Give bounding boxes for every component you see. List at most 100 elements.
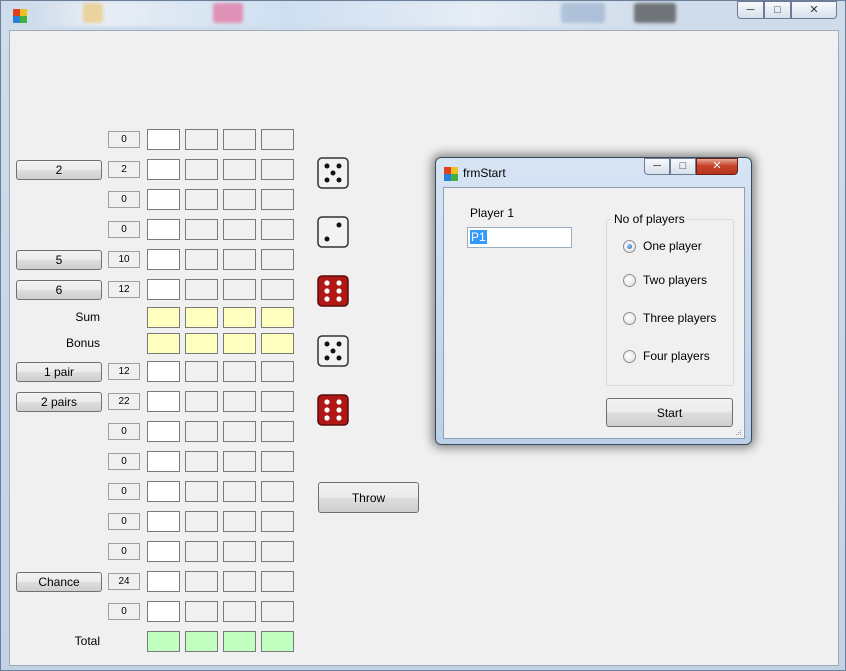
score-cell bbox=[147, 481, 180, 502]
app-icon bbox=[444, 167, 458, 181]
players-option[interactable]: Two players bbox=[623, 273, 707, 287]
score-cell bbox=[223, 601, 256, 622]
score-cell bbox=[261, 249, 294, 270]
category-button[interactable]: Chance bbox=[16, 572, 102, 592]
category-button[interactable]: 5 bbox=[16, 250, 102, 270]
score-cell bbox=[223, 361, 256, 382]
radio-icon[interactable] bbox=[623, 239, 636, 253]
score-cell bbox=[261, 541, 294, 562]
score-value: 2 bbox=[108, 161, 140, 178]
score-cell bbox=[223, 571, 256, 592]
score-cell bbox=[147, 631, 180, 652]
score-cell bbox=[147, 279, 180, 300]
dialog-minimize-button[interactable]: ─ bbox=[644, 158, 670, 175]
category-button[interactable]: 2 pairs bbox=[16, 392, 102, 412]
score-value: 0 bbox=[108, 603, 140, 620]
score-cell bbox=[261, 333, 294, 354]
score-cell bbox=[223, 421, 256, 442]
score-cell bbox=[261, 421, 294, 442]
players-option[interactable]: Four players bbox=[623, 349, 710, 363]
score-cell bbox=[223, 129, 256, 150]
score-cell bbox=[185, 451, 218, 472]
minimize-button[interactable]: ─ bbox=[737, 1, 764, 19]
score-cell bbox=[223, 307, 256, 328]
category-button[interactable]: 2 bbox=[16, 160, 102, 180]
score-cell bbox=[261, 361, 294, 382]
minimize-icon: ─ bbox=[653, 160, 661, 172]
maximize-icon: □ bbox=[679, 160, 687, 172]
score-cell bbox=[147, 333, 180, 354]
score-cell bbox=[147, 601, 180, 622]
score-value: 0 bbox=[108, 423, 140, 440]
score-cell bbox=[185, 541, 218, 562]
titlebar-background bbox=[213, 3, 243, 23]
score-value: 0 bbox=[108, 221, 140, 238]
score-cell bbox=[261, 451, 294, 472]
window-controls: ─ □ ✕ bbox=[737, 1, 837, 19]
players-option[interactable]: One player bbox=[623, 239, 702, 253]
score-cell bbox=[147, 249, 180, 270]
score-cell bbox=[223, 511, 256, 532]
score-cell bbox=[223, 631, 256, 652]
dialog-client-area: Player 1 P1 No of players One player Two … bbox=[443, 187, 745, 439]
score-cell bbox=[261, 571, 294, 592]
close-button[interactable]: ✕ bbox=[791, 1, 837, 19]
score-value: 10 bbox=[108, 251, 140, 268]
die-icon[interactable] bbox=[317, 335, 349, 367]
score-cell bbox=[147, 219, 180, 240]
score-value: 0 bbox=[108, 453, 140, 470]
row-label: Total bbox=[74, 634, 100, 648]
score-cell bbox=[261, 189, 294, 210]
score-value: 0 bbox=[108, 513, 140, 530]
die-icon[interactable] bbox=[317, 157, 349, 189]
die-held-icon[interactable] bbox=[317, 394, 349, 426]
die-held-icon[interactable] bbox=[317, 275, 349, 307]
score-value: 12 bbox=[108, 363, 140, 380]
score-cell bbox=[261, 129, 294, 150]
score-cell bbox=[185, 361, 218, 382]
players-option-label: Two players bbox=[643, 273, 708, 287]
dialog-close-button[interactable]: ✕ bbox=[696, 158, 738, 175]
score-cell bbox=[223, 249, 256, 270]
score-cell bbox=[223, 391, 256, 412]
dialog-maximize-button[interactable]: □ bbox=[670, 158, 696, 175]
score-cell bbox=[147, 541, 180, 562]
titlebar-background bbox=[561, 3, 605, 23]
resize-grip-icon[interactable] bbox=[734, 428, 742, 436]
score-cell bbox=[185, 189, 218, 210]
titlebar-background bbox=[634, 3, 676, 23]
score-cell bbox=[147, 421, 180, 442]
score-cell bbox=[261, 511, 294, 532]
start-button[interactable]: Start bbox=[606, 398, 733, 427]
radio-icon[interactable] bbox=[623, 273, 636, 287]
players-option-label: One player bbox=[643, 239, 702, 253]
radio-icon[interactable] bbox=[623, 349, 636, 363]
die-icon[interactable] bbox=[317, 216, 349, 248]
throw-button[interactable]: Throw bbox=[318, 482, 419, 513]
score-cell bbox=[261, 279, 294, 300]
score-cell bbox=[185, 129, 218, 150]
score-value: 0 bbox=[108, 543, 140, 560]
score-cell bbox=[185, 511, 218, 532]
score-cell bbox=[185, 219, 218, 240]
score-cell bbox=[147, 159, 180, 180]
score-cell bbox=[223, 279, 256, 300]
category-button[interactable]: 1 pair bbox=[16, 362, 102, 382]
close-icon: ✕ bbox=[712, 160, 722, 172]
score-value: 24 bbox=[108, 573, 140, 590]
dialog-title: frmStart bbox=[463, 166, 506, 180]
score-cell bbox=[147, 571, 180, 592]
player-name-input[interactable]: P1 bbox=[467, 227, 572, 248]
radio-icon[interactable] bbox=[623, 311, 636, 325]
score-cell bbox=[147, 129, 180, 150]
close-icon: ✕ bbox=[809, 3, 819, 16]
score-value: 22 bbox=[108, 393, 140, 410]
score-cell bbox=[185, 631, 218, 652]
player-label: Player 1 bbox=[470, 206, 515, 220]
score-cell bbox=[147, 511, 180, 532]
player-name-value: P1 bbox=[470, 230, 487, 244]
category-button[interactable]: 6 bbox=[16, 280, 102, 300]
players-option[interactable]: Three players bbox=[623, 311, 716, 325]
maximize-button[interactable]: □ bbox=[764, 1, 791, 19]
score-cell bbox=[223, 159, 256, 180]
